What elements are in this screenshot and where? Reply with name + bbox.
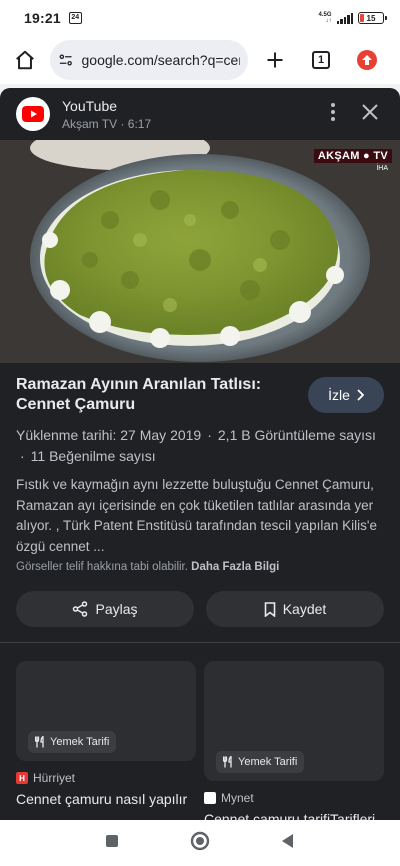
save-label: Kaydet <box>282 601 327 617</box>
square-icon <box>106 834 119 847</box>
status-bar: 19:21 24 4.5G ↓↑ 15 <box>0 0 400 36</box>
url-text[interactable]: google.com/search?q=cennet <box>82 52 241 68</box>
update-menu-button[interactable] <box>352 45 382 75</box>
like-count: 11 Beğenilme sayısı <box>30 448 156 464</box>
source-name: YouTube <box>62 97 118 114</box>
battery-icon: 15 <box>358 12 387 24</box>
status-indicators: 4.5G ↓↑ 15 <box>318 12 387 24</box>
action-buttons: Paylaş Kaydet <box>0 573 400 627</box>
share-button[interactable]: Paylaş <box>16 591 194 627</box>
home-icon <box>16 50 34 70</box>
share-icon <box>73 601 88 617</box>
video-description: Fıstık ve kaymağın aynı lezzette buluştu… <box>16 477 378 554</box>
panel-header: YouTube Akşam TV · 6:17 <box>0 88 400 140</box>
save-button[interactable]: Kaydet <box>206 591 384 627</box>
back-triangle-icon <box>281 833 293 848</box>
signal-icon <box>336 12 353 24</box>
chip-label: Yemek Tarifi <box>238 756 298 768</box>
status-time: 19:21 <box>24 10 61 26</box>
video-thumbnail[interactable]: AKŞAM ● TV İHA <box>0 140 400 363</box>
related-card[interactable]: Yemek Tarifi H Hürriyet Cennet çamuru na… <box>16 661 196 820</box>
card-source: H Hürriyet <box>16 771 196 785</box>
card-thumbnail[interactable]: Yemek Tarifi <box>16 661 196 761</box>
view-count: 2,1 B Görüntüleme sayısı <box>217 427 376 443</box>
fork-knife-icon <box>35 736 44 748</box>
network-type: 4.5G ↓↑ <box>318 12 331 24</box>
tab-switcher-button[interactable]: 1 <box>306 45 336 75</box>
video-info: Ramazan Ayının Aranılan Tatlısı: Cennet … <box>0 363 400 573</box>
browser-toolbar: google.com/search?q=cennet 1 <box>0 36 400 84</box>
bookmark-icon <box>264 601 276 617</box>
related-results: Yemek Tarifi H Hürriyet Cennet çamuru na… <box>0 643 400 820</box>
more-vert-icon <box>331 102 335 121</box>
watch-button[interactable]: İzle <box>308 377 384 413</box>
home-button[interactable] <box>10 45 40 75</box>
plus-icon <box>267 52 283 68</box>
upload-date: Yüklenme tarihi: 27 May 2019 <box>16 427 202 443</box>
new-tab-button[interactable] <box>260 45 290 75</box>
more-options-button[interactable] <box>330 102 336 127</box>
related-card[interactable]: Yemek Tarifi Mynet Cennet çamuru tarifiT… <box>204 661 384 820</box>
recents-button[interactable] <box>105 834 119 853</box>
battery-level: 15 <box>366 13 376 23</box>
notification-icon: 24 <box>68 12 82 24</box>
video-stats: Yüklenme tarihi: 27 May 2019 · 2,1 B Görün… <box>16 427 376 464</box>
channel-watermark: AKŞAM ● TV <box>313 149 392 163</box>
home-nav-button[interactable] <box>190 831 210 856</box>
system-nav-bar <box>0 820 400 866</box>
card-thumbnail[interactable]: Yemek Tarifi <box>204 661 384 781</box>
recipe-chip: Yemek Tarifi <box>28 731 117 753</box>
recipe-chip: Yemek Tarifi <box>216 751 305 773</box>
card-title[interactable]: Cennet çamuru tarifiTarifleri <box>204 811 384 820</box>
mynet-logo-icon <box>204 792 216 804</box>
back-button[interactable] <box>281 833 295 854</box>
video-title[interactable]: Ramazan Ayının Aranılan Tatlısı: Cennet … <box>16 375 286 415</box>
copyright-text: Görseller telif hakkına tabi olabilir. <box>16 561 188 573</box>
network-activity: ↓↑ <box>325 18 332 24</box>
source-info: YouTube Akşam TV · 6:17 <box>62 98 151 131</box>
watch-label: İzle <box>328 387 350 403</box>
close-button[interactable] <box>362 103 378 125</box>
source-meta: Akşam TV · 6:17 <box>62 116 152 131</box>
youtube-logo-icon <box>16 97 50 131</box>
tab-count: 1 <box>312 51 330 69</box>
video-detail-panel: YouTube Akşam TV · 6:17 AKŞAM ● TV İHA R… <box>0 88 400 820</box>
card-title[interactable]: Cennet çamuru nasıl yapılır <box>16 791 196 807</box>
site-settings-icon <box>59 54 72 66</box>
hurriyet-logo-icon: H <box>16 772 28 784</box>
copyright-notice: Görseller telif hakkına tabi olabilir. D… <box>16 561 384 573</box>
chip-label: Yemek Tarifi <box>50 736 110 748</box>
chevron-right-icon <box>357 389 364 401</box>
card-source-name: Hürriyet <box>33 771 76 785</box>
card-source-name: Mynet <box>221 791 254 805</box>
dessert-tray-image <box>0 140 400 363</box>
address-bar[interactable]: google.com/search?q=cennet <box>50 40 248 80</box>
card-source: Mynet <box>204 791 384 805</box>
update-arrow-icon <box>357 50 377 70</box>
more-info-link[interactable]: Daha Fazla Bilgi <box>191 561 279 573</box>
close-icon <box>362 103 378 120</box>
share-label: Paylaş <box>95 601 138 617</box>
circle-icon <box>190 831 210 850</box>
agency-watermark: İHA <box>376 165 388 172</box>
fork-knife-icon <box>223 756 232 768</box>
